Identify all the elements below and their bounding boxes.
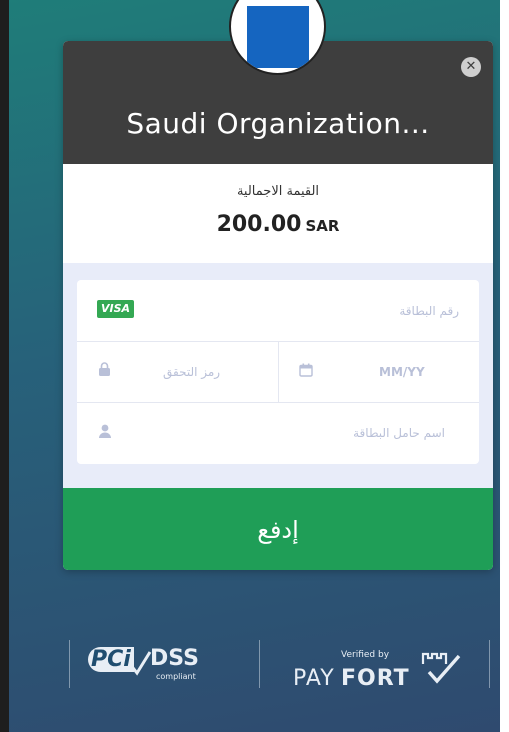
verified-by-label: Verified by — [341, 650, 390, 660]
payfort-castle-check-icon — [421, 652, 461, 684]
pay-button[interactable]: إدفع — [63, 488, 493, 570]
dss-compliant-label: compliant — [156, 672, 196, 681]
amount-section: القيمة الاجمالية 200.00 SAR — [63, 164, 493, 263]
payment-card: Saudi Organization... ✕ القيمة الاجمالية… — [63, 41, 493, 570]
total-amount-label: القيمة الاجمالية — [236, 184, 320, 199]
checkmark-icon — [128, 651, 152, 676]
card-number-placeholder: رقم البطاقة — [399, 304, 459, 318]
expiry-field[interactable]: MM/YY — [279, 341, 479, 402]
user-icon — [99, 423, 111, 442]
window-edge-right — [500, 0, 509, 732]
currency-code: SAR — [305, 217, 340, 235]
pci-logo: PCi — [88, 647, 134, 672]
organization-logo-icon — [247, 6, 309, 68]
dss-label: DSS — [150, 646, 199, 671]
card-form: VISA رقم البطاقة رمز التحقق MM/YY اسم حا… — [77, 280, 479, 464]
lock-icon — [99, 362, 110, 380]
payfort-fort-label: FORT — [341, 666, 410, 691]
payfort-pay-label: PAY — [293, 666, 335, 691]
window-edge-left — [0, 0, 9, 732]
expiry-cvv-row: رمز التحقق MM/YY — [77, 341, 479, 403]
close-icon: ✕ — [465, 59, 477, 74]
amount-value: 200.00 — [216, 212, 302, 237]
merchant-title: Saudi Organization... — [126, 107, 430, 140]
security-footer: PCi DSS compliant Verified by PAY FORT — [0, 630, 509, 691]
footer-divider — [259, 640, 260, 688]
card-holder-placeholder: اسم حامل البطاقة — [353, 426, 445, 440]
pci-dss-badge: PCi DSS compliant — [88, 644, 228, 684]
footer-divider — [489, 640, 490, 688]
card-number-field[interactable]: VISA رقم البطاقة — [77, 280, 479, 342]
footer-divider — [69, 640, 70, 688]
visa-icon: VISA — [97, 300, 134, 318]
card-form-section: VISA رقم البطاقة رمز التحقق MM/YY اسم حا… — [63, 263, 493, 488]
total-amount: 200.00 SAR — [63, 212, 493, 237]
expiry-placeholder: MM/YY — [379, 365, 425, 379]
close-button[interactable]: ✕ — [461, 57, 481, 77]
payfort-badge: Verified by PAY FORT — [293, 644, 473, 691]
cvv-field[interactable]: رمز التحقق — [77, 341, 278, 402]
card-holder-field[interactable]: اسم حامل البطاقة — [77, 402, 479, 463]
cvv-placeholder: رمز التحقق — [163, 365, 221, 379]
calendar-icon — [299, 362, 313, 381]
